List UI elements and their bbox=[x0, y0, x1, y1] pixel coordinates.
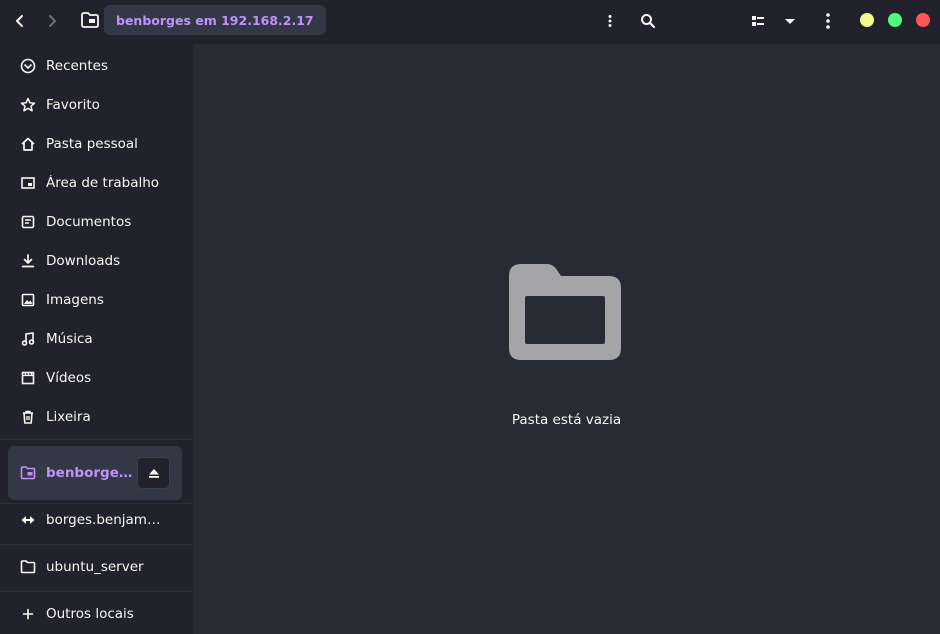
sidebar-separator bbox=[0, 591, 193, 592]
sidebar-mount-benborges[interactable]: benborges em 192.168.2.17 bbox=[8, 446, 182, 500]
location-pill[interactable]: benborges em 192.168.2.17 bbox=[104, 5, 326, 35]
image-icon bbox=[18, 290, 38, 310]
back-button[interactable] bbox=[4, 6, 36, 36]
content-area[interactable]: Pasta está vazia bbox=[193, 44, 940, 634]
file-manager-window: benborges em 192.168.2.17 Recentes Favor… bbox=[0, 0, 940, 634]
main-menu-button[interactable] bbox=[812, 6, 844, 36]
eject-button[interactable] bbox=[137, 457, 170, 489]
sidebar-separator bbox=[0, 544, 193, 545]
sidebar-item-label: borges.benjamim@gmail.com bbox=[46, 512, 164, 528]
trash-icon bbox=[18, 407, 38, 427]
sidebar-item-lixeira[interactable]: Lixeira bbox=[8, 399, 182, 435]
sidebar-item-label: Favorito bbox=[46, 97, 100, 113]
sidebar-mount-ubuntu-server[interactable]: ubuntu_server bbox=[8, 549, 182, 585]
view-mode-button[interactable] bbox=[742, 6, 774, 36]
sidebar-item-label: Recentes bbox=[46, 58, 108, 74]
video-icon bbox=[18, 368, 38, 388]
sidebar-item-favorito[interactable]: Favorito bbox=[8, 87, 182, 123]
network-folder-icon bbox=[80, 10, 100, 30]
sidebar-item-musica[interactable]: Música bbox=[8, 321, 182, 357]
sidebar-item-recentes[interactable]: Recentes bbox=[8, 48, 182, 84]
view-options-dropdown[interactable] bbox=[774, 6, 806, 36]
sidebar-item-outros-locais[interactable]: Outros locais bbox=[8, 596, 182, 632]
vertical-dots-icon bbox=[608, 15, 612, 27]
folder-icon bbox=[18, 557, 38, 577]
forward-button[interactable] bbox=[36, 6, 68, 36]
search-icon bbox=[641, 14, 656, 29]
location-bar[interactable]: benborges em 192.168.2.17 bbox=[80, 5, 326, 35]
header-bar: benborges em 192.168.2.17 bbox=[0, 0, 940, 44]
sidebar-separator bbox=[0, 439, 193, 440]
maximize-button[interactable] bbox=[888, 13, 902, 27]
sidebar-item-label: Música bbox=[46, 331, 93, 347]
sidebar-item-label: Downloads bbox=[46, 253, 121, 269]
sidebar-item-imagens[interactable]: Imagens bbox=[8, 282, 182, 318]
minimize-button[interactable] bbox=[860, 13, 874, 27]
sidebar-item-documentos[interactable]: Documentos bbox=[8, 204, 182, 240]
music-icon bbox=[18, 329, 38, 349]
vertical-dots-icon bbox=[826, 13, 830, 29]
empty-folder-icon bbox=[509, 264, 623, 366]
network-folder-icon bbox=[18, 463, 38, 483]
path-menu-button[interactable] bbox=[594, 6, 626, 36]
sidebar: Recentes Favorito Pasta pessoal Área de … bbox=[0, 44, 193, 634]
empty-folder-message: Pasta está vazia bbox=[511, 412, 622, 428]
sidebar-item-videos[interactable]: Vídeos bbox=[8, 360, 182, 396]
sidebar-item-label: benborges em 192.168.2.17 bbox=[46, 465, 134, 481]
chevron-right-icon bbox=[49, 15, 56, 27]
sidebar-item-label: Outros locais bbox=[46, 606, 134, 622]
eject-icon bbox=[148, 469, 159, 478]
sidebar-item-area-de-trabalho[interactable]: Área de trabalho bbox=[8, 165, 182, 201]
chevron-left-icon bbox=[16, 15, 23, 27]
sidebar-item-label: Imagens bbox=[46, 292, 104, 308]
desktop-icon bbox=[18, 173, 38, 193]
plus-icon bbox=[18, 604, 38, 624]
download-icon bbox=[18, 251, 38, 271]
sidebar-item-label: Vídeos bbox=[46, 370, 92, 386]
search-button[interactable] bbox=[632, 6, 664, 36]
sidebar-item-label: Pasta pessoal bbox=[46, 136, 138, 152]
caret-down-icon bbox=[785, 19, 795, 24]
sidebar-item-label: Área de trabalho bbox=[46, 175, 160, 191]
close-button[interactable] bbox=[916, 13, 930, 27]
recent-icon bbox=[18, 56, 38, 76]
sidebar-item-label: Lixeira bbox=[46, 409, 91, 425]
home-icon bbox=[18, 134, 38, 154]
sidebar-item-downloads[interactable]: Downloads bbox=[8, 243, 182, 279]
sidebar-item-label: ubuntu_server bbox=[46, 559, 144, 575]
sidebar-item-label: Documentos bbox=[46, 214, 132, 230]
star-icon bbox=[18, 95, 38, 115]
sidebar-item-pasta-pessoal[interactable]: Pasta pessoal bbox=[8, 126, 182, 162]
document-icon bbox=[18, 212, 38, 232]
network-share-icon bbox=[18, 510, 38, 530]
list-view-icon bbox=[752, 16, 764, 26]
sidebar-mount-borges-benjamim[interactable]: borges.benjamim@gmail.com bbox=[8, 502, 182, 538]
